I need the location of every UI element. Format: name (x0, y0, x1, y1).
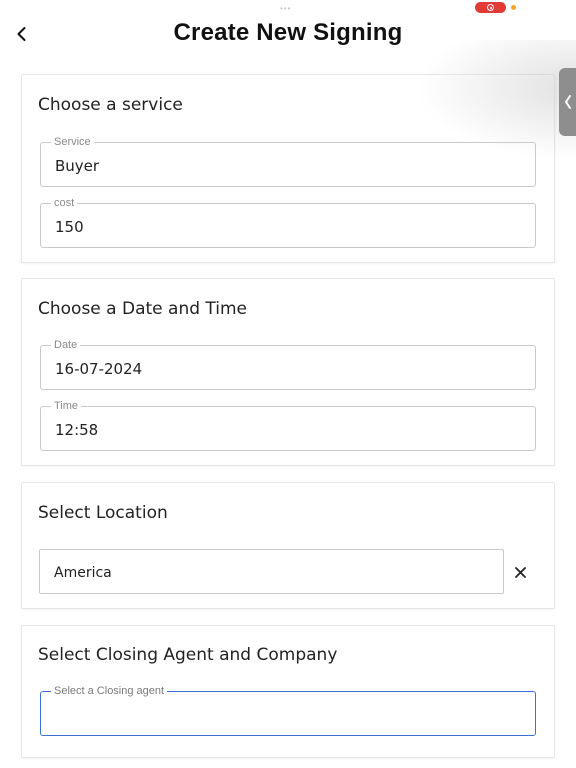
cost-field-value: 150 (55, 218, 84, 236)
location-section-title: Select Location (38, 503, 168, 523)
closing-agent-card: Select Closing Agent and Company Select … (21, 625, 555, 758)
time-field[interactable]: Time 12:58 (40, 399, 536, 451)
multitasking-dots: ••• (280, 4, 292, 13)
time-field-label: Time (51, 399, 82, 413)
date-field-label: Date (51, 338, 81, 352)
mic-indicator-dot (511, 5, 516, 10)
closing-agent-select[interactable]: Select a Closing agent (40, 684, 536, 736)
cost-field-label: cost (51, 196, 78, 210)
service-card: Choose a service Service Buyer cost 150 (21, 74, 555, 263)
service-field-value: Buyer (55, 157, 100, 175)
service-section-title: Choose a service (38, 95, 183, 115)
close-icon (514, 566, 526, 578)
clear-location-button[interactable] (508, 560, 532, 584)
location-card: Select Location America (21, 482, 555, 609)
service-field-label: Service (51, 135, 94, 149)
location-input[interactable]: America (39, 549, 504, 594)
screen-recording-indicator (475, 2, 506, 13)
closing-agent-select-label: Select a Closing agent (51, 684, 168, 698)
cost-field[interactable]: cost 150 (40, 196, 536, 248)
time-field-value: 12:58 (55, 421, 99, 439)
datetime-card: Choose a Date and Time Date 16-07-2024 T… (21, 278, 555, 466)
date-field[interactable]: Date 16-07-2024 (40, 338, 536, 390)
date-field-value: 16-07-2024 (55, 360, 143, 378)
record-icon (487, 4, 494, 11)
side-panel-handle[interactable] (559, 68, 576, 136)
chevron-left-icon (564, 95, 571, 109)
location-input-value: America (54, 565, 112, 581)
service-field[interactable]: Service Buyer (40, 135, 536, 187)
closing-agent-section-title: Select Closing Agent and Company (38, 645, 338, 665)
datetime-section-title: Choose a Date and Time (38, 299, 248, 319)
page-title: Create New Signing (173, 19, 403, 46)
